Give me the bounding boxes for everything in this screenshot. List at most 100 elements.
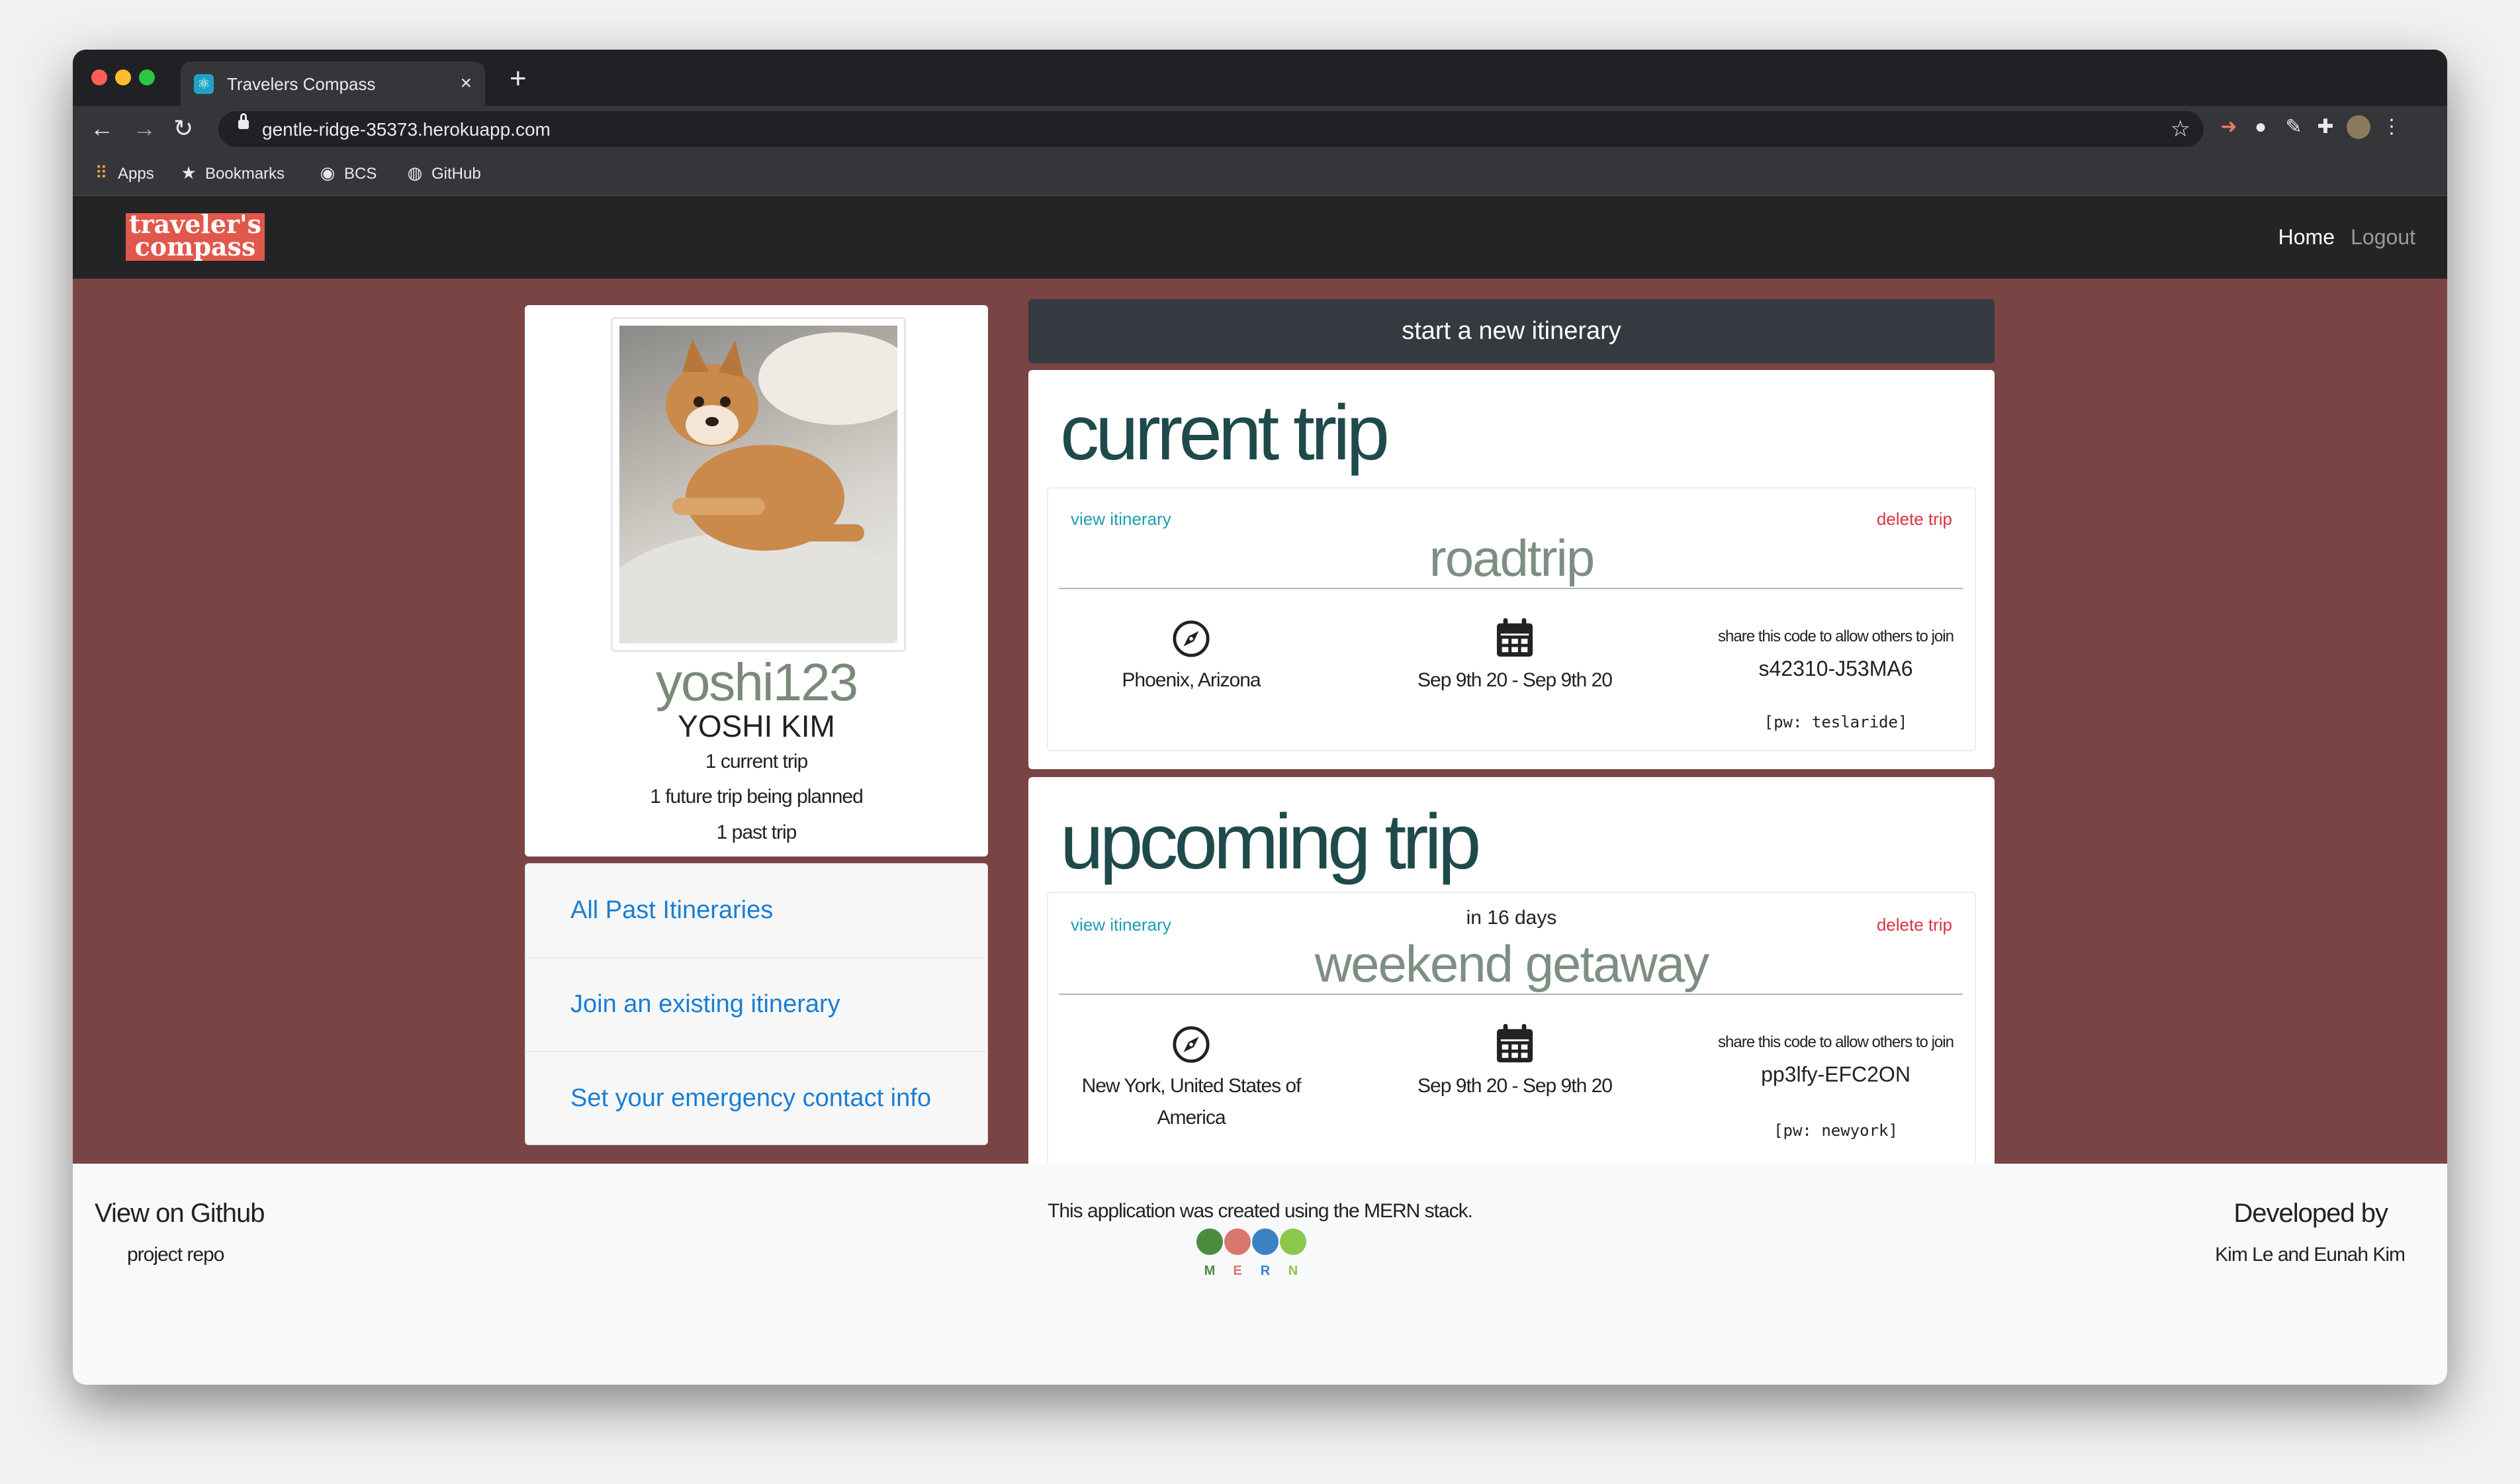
compass-icon [1173,620,1210,657]
mern-letter-e: E [1233,1264,1242,1278]
github-icon: ◍ [407,163,423,183]
reload-icon[interactable]: ↻ [173,115,193,142]
link-join-itinerary[interactable]: Join an existing itinerary [525,958,987,1052]
project-repo-link[interactable]: project repo [127,1242,224,1268]
trip-password: [pw: teslaride] [1764,713,1908,731]
dog-photo-illustration [619,332,897,643]
globe-icon: ◉ [320,163,336,183]
url-text: gentle-ridge-35373.herokuapp.com [262,119,551,140]
delete-trip-link[interactable]: delete trip [1877,914,1952,935]
extension-arrow-icon[interactable]: ➜ [2216,114,2242,140]
share-code-label: share this code to allow others to join [1718,627,1954,645]
current-trip-card: current trip view itinerary delete trip … [1028,370,1995,769]
trip-location-line-2: America [1157,1107,1226,1129]
developer-names: Kim Le and Eunah Kim [2215,1244,2406,1266]
bookmark-label: Apps [118,165,154,183]
upcoming-trip-heading: upcoming trip [1060,798,1481,886]
react-icon [1252,1229,1279,1255]
divider [1059,588,1963,589]
bookmark-label: BCS [344,165,377,183]
nav-home-link[interactable]: Home [2278,224,2335,250]
calendar-icon [1496,1024,1533,1063]
back-icon[interactable]: ← [90,115,114,142]
tab-strip: ⚛ Travelers Compass × + [73,50,2447,106]
link-label: Set your emergency contact info [570,1084,931,1112]
nav-logout-link[interactable]: Logout [2351,224,2415,250]
current-trip-details: view itinerary delete trip roadtrip Phoe… [1047,487,1976,751]
page-footer: View on Github project repo This applica… [73,1164,2447,1385]
bookmark-bookmarks[interactable]: ★ Bookmarks [179,162,285,185]
mern-stack-logo: M E R N [1196,1229,1316,1281]
stat-future-trips: 1 future trip being planned [650,786,864,808]
mongodb-icon [1196,1229,1223,1255]
delete-trip-link[interactable]: delete trip [1877,508,1952,530]
link-label: All Past Itineraries [570,896,774,924]
tab-title: Travelers Compass [227,74,376,94]
start-itinerary-button[interactable]: start a new itinerary [1028,299,1995,363]
trip-dates: Sep 9th 20 - Sep 9th 20 [1418,669,1613,691]
nodejs-icon [1280,1229,1306,1255]
lock-icon [238,113,249,129]
link-emergency-contact[interactable]: Set your emergency contact info [525,1052,987,1145]
bookmarks-bar: ⠿ Apps ★ Bookmarks ◉ BCS ◍ GitHub [73,152,2447,196]
trip-location-line-1: New York, United States of [1081,1075,1302,1097]
express-icon [1224,1229,1251,1255]
close-window-button[interactable] [91,70,107,85]
bookmark-label: Bookmarks [205,165,285,183]
address-bar[interactable]: gentle-ridge-35373.herokuapp.com ☆ [218,111,2204,147]
share-code: pp3lfy-EFC2ON [1761,1062,1911,1086]
profile-photo [619,326,897,643]
trip-name: weekend getaway [1314,935,1709,993]
zoom-window-button[interactable] [139,70,155,85]
compass-icon [1173,1026,1210,1063]
minimize-window-button[interactable] [115,70,131,85]
trip-location: Phoenix, Arizona [1122,669,1261,691]
profile-avatar[interactable] [2347,115,2370,139]
upcoming-trip-card: upcoming trip view itinerary in 16 days … [1028,777,1995,1193]
upcoming-trip-details: view itinerary in 16 days delete trip we… [1047,892,1976,1172]
link-past-itineraries[interactable]: All Past Itineraries [525,864,987,958]
trip-location: New York, United States of America [1059,1070,1324,1134]
link-label: Join an existing itinerary [570,990,840,1018]
bookmark-apps[interactable]: ⠿ Apps [91,162,154,185]
extension-pen-icon[interactable]: ✎ [2280,114,2307,140]
trip-dates: Sep 9th 20 - Sep 9th 20 [1418,1075,1613,1097]
profile-username: yoshi123 [655,653,858,712]
developed-by-heading: Developed by [2233,1199,2388,1228]
browser-tab[interactable]: ⚛ Travelers Compass × [181,62,485,106]
browser-toolbar: ← → ↻ gentle-ridge-35373.herokuapp.com ☆… [73,106,2447,152]
travelers-compass-logo[interactable]: traveler's compass [126,212,265,261]
mern-letter-n: N [1288,1264,1298,1278]
bookmark-bcs[interactable]: ◉ BCS [318,162,377,185]
star-icon: ★ [181,163,197,183]
browser-menu-icon[interactable]: ⋮ [2378,114,2405,140]
mern-letter-m: M [1204,1264,1216,1278]
app-navbar: traveler's compass Home Logout [73,196,2447,279]
extension-circle-icon[interactable]: ● [2247,114,2274,140]
apps-grid-icon: ⠿ [95,163,108,183]
trip-password: [pw: newyork] [1774,1121,1898,1140]
view-itinerary-link[interactable]: view itinerary [1071,508,1171,530]
bookmark-star-icon[interactable]: ☆ [2171,116,2190,142]
extensions-puzzle-icon[interactable]: ✚ [2312,114,2339,140]
stat-current-trips: 1 current trip [705,751,808,772]
share-code: s42310-J53MA6 [1758,657,1913,680]
profile-photo-frame [611,317,906,652]
profile-links-list: All Past Itineraries Join an existing it… [525,863,988,1145]
stat-past-trips: 1 past trip [716,821,797,843]
share-code-label: share this code to allow others to join [1718,1033,1954,1051]
web-page: traveler's compass Home Logout yoshi123 … [73,196,2447,1385]
logo-line-2: compass [134,232,256,261]
mern-letter-r: R [1260,1264,1271,1278]
new-tab-button[interactable]: + [510,64,527,93]
profile-card: yoshi123 YOSHI KIM 1 current trip 1 futu… [525,305,988,857]
bookmark-github[interactable]: ◍ GitHub [405,162,481,185]
forward-icon[interactable]: → [132,115,156,142]
browser-window: ⚛ Travelers Compass × + ← → ↻ gentle-rid… [73,50,2447,1385]
calendar-icon [1496,618,1533,657]
divider [1059,994,1963,995]
tab-close-icon[interactable]: × [460,72,472,95]
trip-countdown: in 16 days [1466,907,1557,929]
profile-full-name: YOSHI KIM [678,709,835,743]
mern-stack-text: This application was created using the M… [1048,1200,1473,1222]
